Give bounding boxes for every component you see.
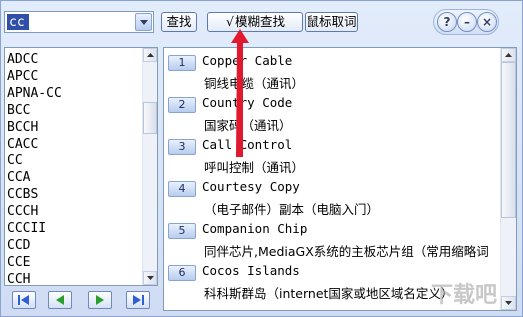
results-scrollbar[interactable]	[500, 48, 516, 310]
navigation-bar	[4, 289, 158, 311]
entry-definition: 呼叫控制（通讯）	[204, 160, 305, 175]
prev-button[interactable]	[48, 291, 72, 309]
next-icon	[96, 295, 104, 305]
entry-number-badge: 4	[168, 181, 196, 197]
entry-number-badge: 1	[168, 55, 196, 71]
help-button[interactable]: ?	[437, 12, 457, 32]
list-item[interactable]: APCC	[7, 69, 38, 87]
dictionary-window: 查找 √模糊查找 鼠标取词 ? – × ADCCAPCCAPNA-CCBCCBC…	[0, 0, 523, 317]
first-button[interactable]	[12, 291, 36, 309]
scroll-down-button[interactable]	[143, 271, 157, 285]
list-item[interactable]: CC	[7, 153, 23, 171]
list-item[interactable]: CCCH	[7, 204, 38, 222]
list-item[interactable]: CCE	[7, 255, 30, 273]
scroll-down-button[interactable]	[501, 296, 516, 310]
entry-number-badge: 3	[168, 139, 196, 155]
search-combobox[interactable]	[4, 11, 154, 33]
chevron-up-icon	[505, 53, 512, 57]
list-item[interactable]: ADCC	[7, 52, 38, 70]
list-item[interactable]: CCA	[7, 170, 30, 188]
chevron-down-icon	[147, 276, 154, 280]
chevron-up-icon	[147, 53, 154, 57]
annotation-arrow-icon	[231, 29, 249, 157]
list-item[interactable]: BCC	[7, 103, 30, 121]
list-item[interactable]: CCBS	[7, 187, 38, 205]
entry-term[interactable]: Courtesy Copy	[202, 179, 300, 197]
dropdown-arrow-button[interactable]	[135, 13, 152, 31]
list-item[interactable]: CACC	[7, 137, 38, 155]
mouse-word-capture-button[interactable]: 鼠标取词	[305, 12, 358, 32]
list-item[interactable]: CCD	[7, 238, 30, 256]
scroll-up-button[interactable]	[501, 48, 516, 62]
close-button[interactable]: ×	[477, 12, 497, 32]
list-item[interactable]: APNA-CC	[7, 86, 62, 104]
entry-definition: 同伴芯片,MediaGX系统的主板芯片组（常用缩略词	[204, 244, 489, 259]
list-item[interactable]: CCH	[7, 272, 30, 285]
prev-icon	[56, 295, 64, 305]
entry-number-badge: 5	[168, 223, 196, 239]
last-icon	[133, 295, 144, 305]
chevron-down-icon	[505, 301, 512, 305]
chevron-down-icon	[140, 20, 148, 25]
search-input[interactable]	[7, 14, 29, 30]
fuzzy-search-button[interactable]: √模糊查找	[207, 12, 303, 32]
entry-term[interactable]: Companion Chip	[202, 221, 307, 239]
entry-definition: 科科斯群岛（internet国家或地区域名定义）	[204, 286, 454, 301]
scroll-thumb[interactable]	[501, 62, 516, 218]
word-list[interactable]: ADCC APCC APNA-CC BCC BCCH CACC CC CCA CCBS CCCH C…	[4, 47, 158, 286]
list-item[interactable]: BCCH	[7, 120, 38, 138]
list-item[interactable]: CCCII	[7, 221, 46, 239]
entry-definition: （电子邮件）副本（电脑入门）	[204, 202, 380, 217]
last-button[interactable]	[126, 291, 150, 309]
entry-definition: 铜线电缆（通讯）	[204, 76, 305, 91]
entry-number-badge: 2	[168, 97, 196, 113]
find-button[interactable]: 查找	[161, 12, 197, 32]
entry-term[interactable]: Cocos Islands	[202, 263, 300, 281]
first-icon	[18, 295, 29, 305]
watermark: 下载吧	[431, 283, 498, 308]
scroll-up-button[interactable]	[143, 48, 157, 62]
next-button[interactable]	[88, 291, 112, 309]
minimize-button[interactable]: –	[457, 12, 477, 32]
word-list-scrollbar[interactable]	[142, 48, 157, 285]
results-panel[interactable]: 1 Copper Cable 铜线电缆（通讯） 2 Country Code 国家码（通讯…	[163, 47, 517, 311]
entry-number-badge: 6	[168, 265, 196, 281]
scroll-thumb[interactable]	[143, 102, 157, 134]
